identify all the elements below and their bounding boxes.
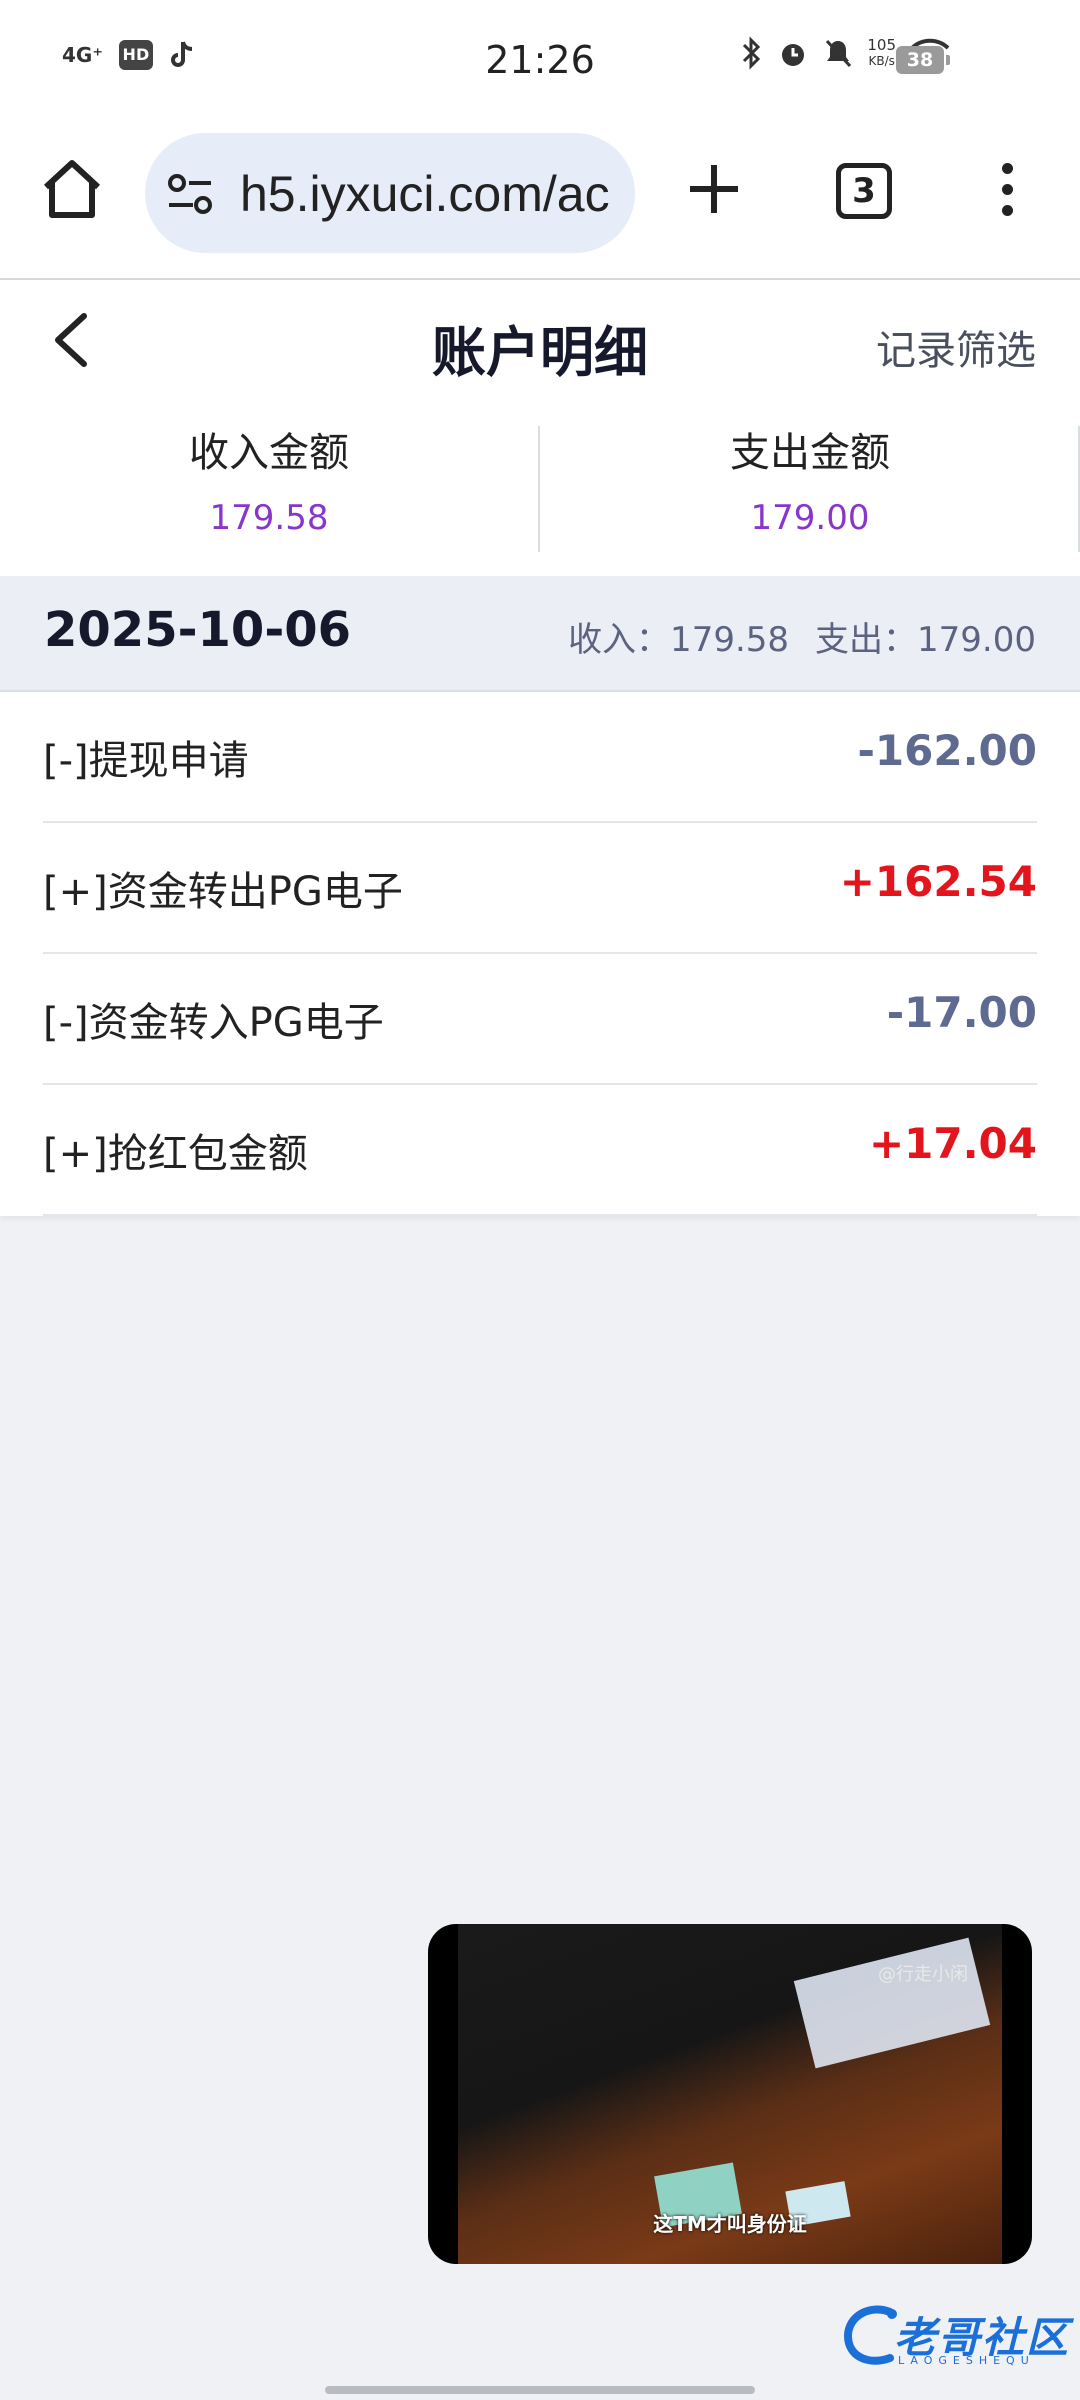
expense-summary: 支出金额 179.00 (541, 424, 1079, 548)
home-icon[interactable] (38, 155, 106, 223)
record-row[interactable]: [-]资金转入PG电子 -17.00 (43, 954, 1037, 1085)
battery-indicator: 38 (896, 46, 950, 74)
video-frame: @行走小闲 这TM才叫身份证 (458, 1924, 1002, 2264)
speed-unit: KB/s (868, 54, 895, 68)
income-value: 179.58 (209, 498, 329, 538)
alarm-icon (782, 44, 805, 66)
bluetooth-icon (743, 36, 761, 70)
record-label: [-]资金转入PG电子 (43, 1000, 384, 1046)
record-label: [-]提现申请 (43, 738, 249, 784)
record-row[interactable]: [+]资金转出PG电子 +162.54 (43, 823, 1037, 954)
record-amount: -162.00 (857, 726, 1037, 775)
site-settings-icon[interactable] (167, 173, 215, 217)
page-header: 账户明细 记录筛选 (0, 280, 1080, 400)
video-watermark: @行走小闲 (878, 1964, 968, 1985)
summary-divider (538, 426, 540, 552)
group-date: 2025-10-06 (44, 602, 352, 658)
record-list: [-]提现申请 -162.00 [+]资金转出PG电子 +162.54 [-]资… (0, 692, 1080, 1216)
record-row[interactable]: [-]提现申请 -162.00 (43, 692, 1037, 823)
date-group-header: 2025-10-06 收入：179.58 支出：179.00 (0, 576, 1080, 692)
more-menu-icon[interactable] (995, 163, 1019, 223)
record-row[interactable]: [+]抢红包金额 +17.04 (43, 1085, 1037, 1216)
floating-video-player[interactable]: @行走小闲 这TM才叫身份证 (428, 1924, 1032, 2264)
video-caption: 这TM才叫身份证 (653, 2212, 807, 2236)
filter-records-button[interactable]: 记录筛选 (876, 318, 1036, 376)
record-amount: +162.54 (839, 857, 1037, 906)
network-speed: 105 KB/s (867, 37, 896, 69)
day-income: 收入：179.58 (568, 620, 790, 660)
address-bar[interactable]: h5.iyxuci.com/ac (145, 133, 635, 253)
browser-toolbar: h5.iyxuci.com/ac 3 (0, 125, 1080, 280)
day-expense: 支出：179.00 (815, 620, 1036, 660)
logo-subtext: LAOGESHEQU (898, 2354, 1035, 2367)
record-label: [+]资金转出PG电子 (43, 869, 403, 915)
record-label: [+]抢红包金额 (43, 1131, 308, 1177)
tab-switcher-button[interactable]: 3 (836, 163, 892, 219)
record-amount: +17.04 (868, 1119, 1037, 1168)
speed-value: 105 (867, 36, 896, 54)
community-logo: 老哥社区 LAOGESHEQU (840, 2300, 1070, 2370)
home-gesture-bar[interactable] (325, 2386, 755, 2394)
income-label: 收入金额 (189, 430, 349, 476)
summary-panel: 收入金额 179.58 支出金额 179.00 (0, 400, 1080, 576)
expense-value: 179.00 (750, 498, 870, 538)
record-amount: -17.00 (886, 988, 1037, 1037)
video-paper-shape (793, 1937, 991, 2069)
income-summary: 收入金额 179.58 (0, 424, 538, 548)
status-bar: 4G⁺ HD 21:26 105 KB/s 38 (0, 0, 1080, 125)
day-totals: 收入：179.58 支出：179.00 (568, 612, 1036, 661)
url-text[interactable]: h5.iyxuci.com/ac (240, 165, 610, 223)
new-tab-icon[interactable] (686, 161, 742, 217)
mute-icon (826, 39, 852, 68)
expense-label: 支出金额 (730, 430, 890, 476)
